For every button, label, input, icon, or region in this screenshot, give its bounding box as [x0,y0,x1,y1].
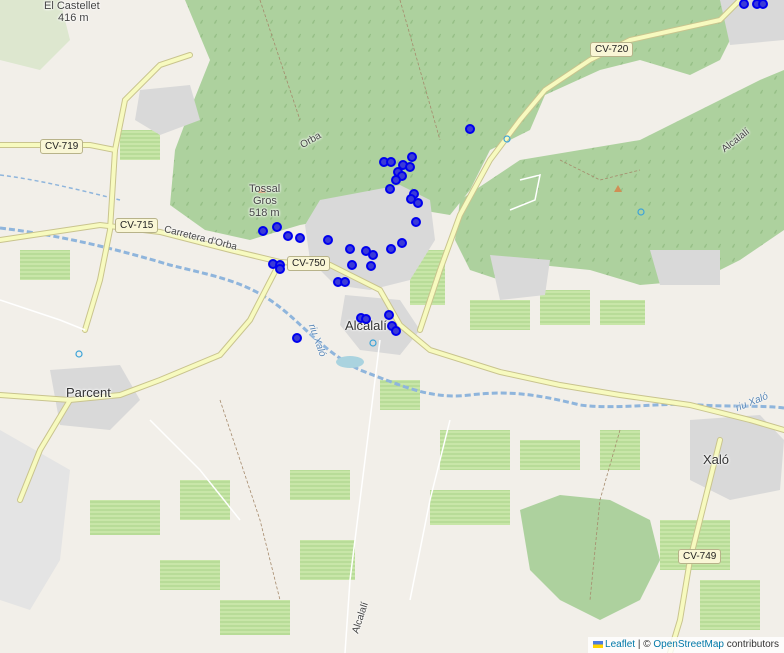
map-marker[interactable] [386,244,396,254]
place-gros: Gros [253,195,277,207]
map-marker[interactable] [413,198,423,208]
attribution-contributors: contributors [726,639,779,650]
map-marker[interactable] [397,238,407,248]
map-marker[interactable] [347,260,357,270]
place-el-castellet-elevation: 416 m [58,12,89,24]
place-tossal: Tossal [249,183,281,195]
road-shield-cv750: CV-750 [287,256,331,271]
map-marker[interactable] [272,222,282,232]
map-marker[interactable] [384,310,394,320]
map-marker[interactable] [411,217,421,227]
map-marker[interactable] [366,261,376,271]
map-marker[interactable] [323,235,333,245]
map-marker[interactable] [385,184,395,194]
road-shield-cv749: CV-749 [678,549,722,564]
road-shield-cv720: CV-720 [590,42,634,57]
map-marker[interactable] [361,314,371,324]
map-marker[interactable] [258,226,268,236]
map-marker[interactable] [295,233,305,243]
place-el-castellet: El Castellet [44,0,100,12]
road-shield-cv715: CV-715 [115,218,159,233]
map-marker[interactable] [465,124,475,134]
map-marker[interactable] [386,157,396,167]
map-marker[interactable] [275,264,285,274]
osm-link[interactable]: OpenStreetMap [653,639,724,650]
map-marker[interactable] [345,244,355,254]
map-marker[interactable] [340,277,350,287]
map-marker[interactable] [405,162,415,172]
map-container[interactable]: ⸙ [0,0,784,653]
forest-south [520,495,660,620]
road-shield-cv719: CV-719 [40,139,84,154]
place-tossal-gros-elevation: 518 m [249,207,280,219]
map-marker[interactable] [368,250,378,260]
stream-west [0,174,121,201]
leaflet-link[interactable]: Leaflet [605,639,635,650]
water-point-3 [75,350,83,358]
ukraine-flag-icon [593,641,604,648]
reservoir [336,356,364,368]
map-marker[interactable] [292,333,302,343]
map-marker[interactable] [407,152,417,162]
attribution-separator: | © [637,639,651,650]
map-marker[interactable] [391,175,401,185]
place-parcent: Parcent [66,385,111,400]
place-xalo: Xaló [703,452,730,467]
attribution: Leaflet | © OpenStreetMap contributors [588,637,784,653]
map-marker[interactable] [391,326,401,336]
map-marker[interactable] [283,231,293,241]
